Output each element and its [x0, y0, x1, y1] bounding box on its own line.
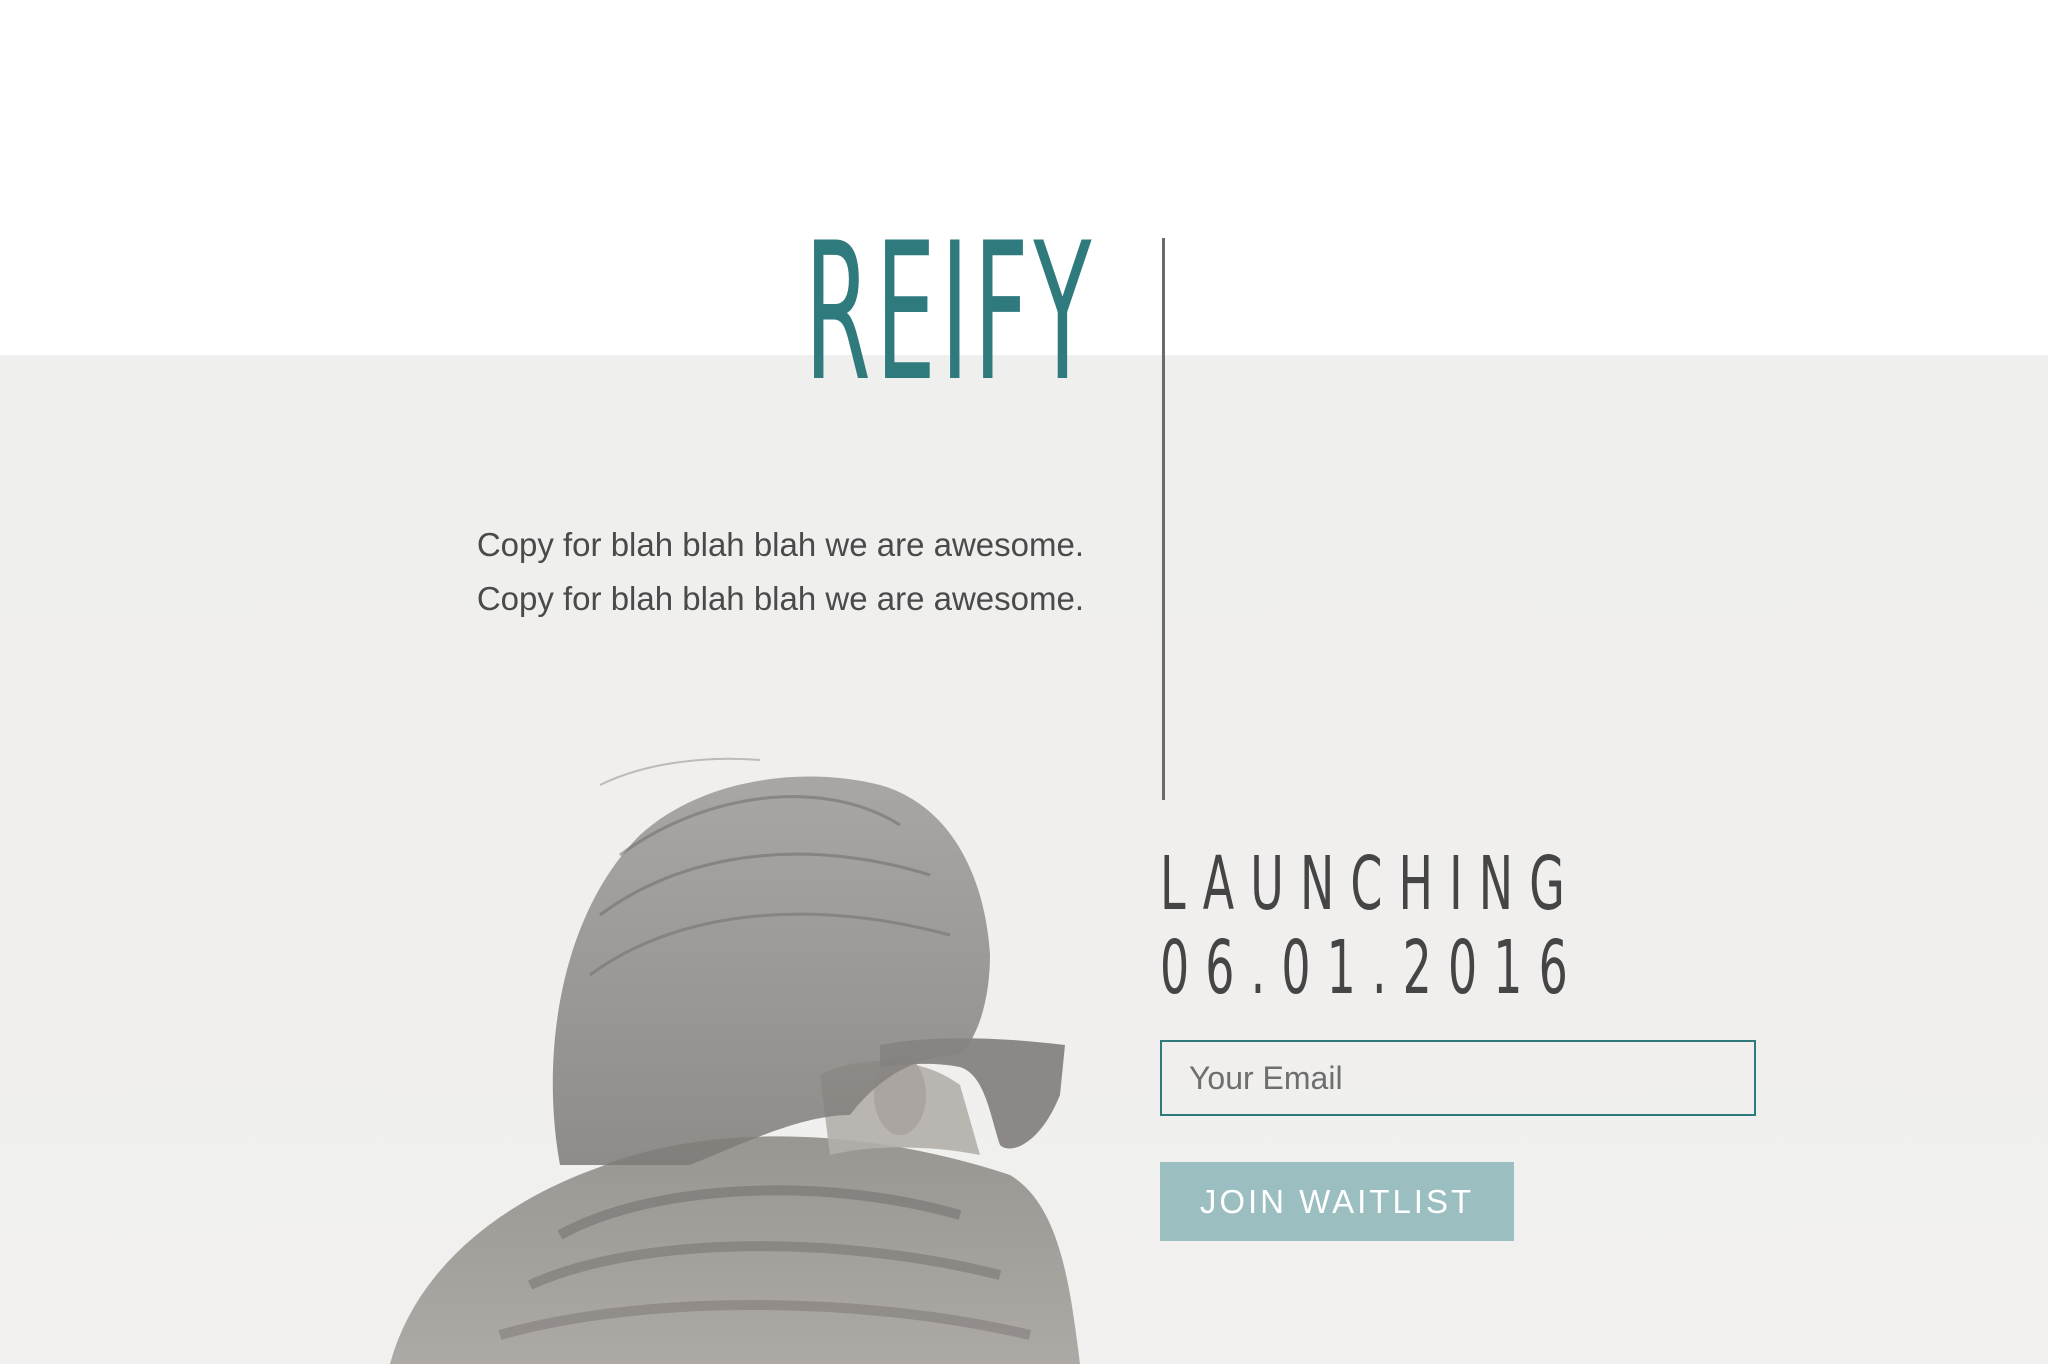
join-waitlist-button[interactable]: JOIN WAITLIST — [1160, 1162, 1514, 1241]
launch-label: LAUNCHING — [1160, 841, 1581, 927]
brand-wordmark: REIFY — [804, 202, 1096, 423]
launch-date: 06.01.2016 — [1160, 925, 1584, 1011]
tagline-line: Copy for blah blah blah we are awesome. — [476, 526, 1084, 563]
email-input[interactable] — [1160, 1040, 1756, 1116]
vertical-divider — [1162, 238, 1165, 800]
launch-info: LAUNCHING 06.01.2016 — [1160, 842, 1844, 1010]
tagline-line: Copy for blah blah blah we are awesome. — [476, 580, 1084, 617]
tagline: Copy for blah blah blah we are awesome. … — [477, 518, 1084, 626]
